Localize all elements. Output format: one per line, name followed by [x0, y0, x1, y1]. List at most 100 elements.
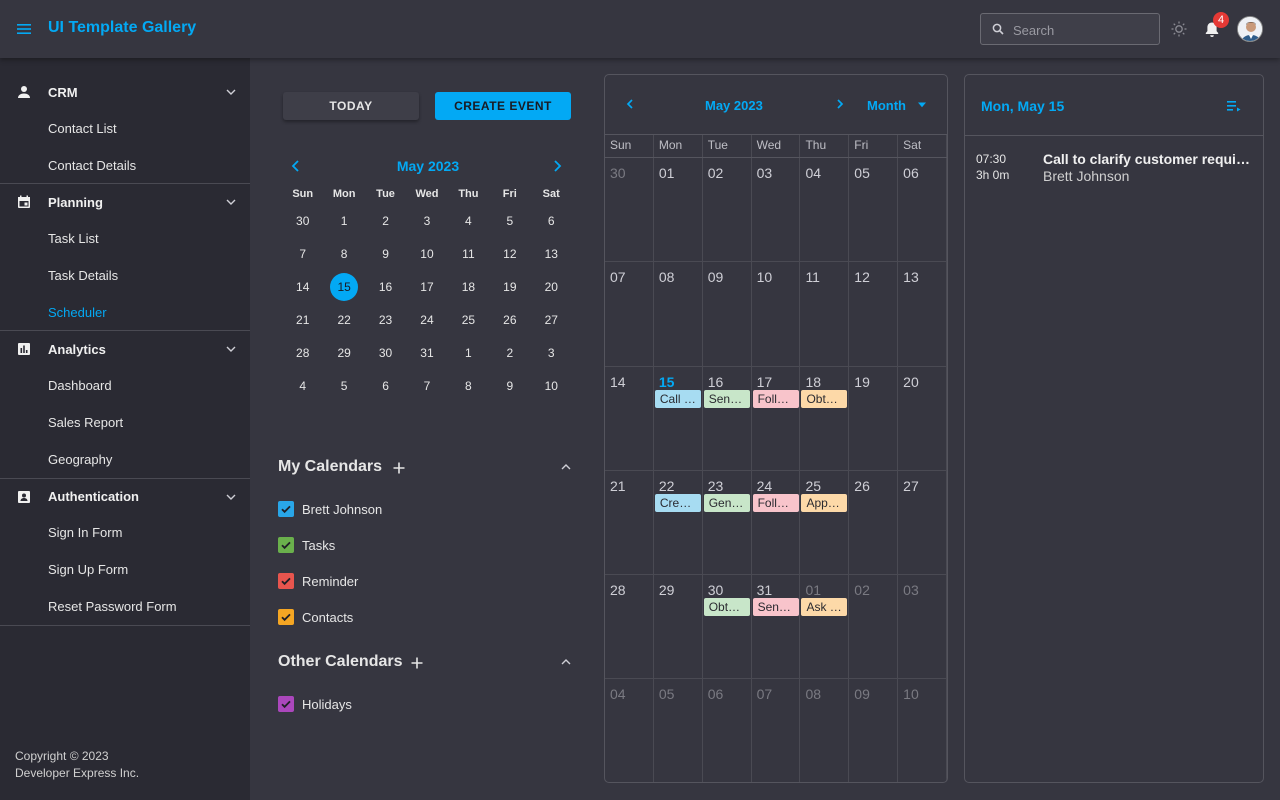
view-switcher[interactable]: Month	[867, 98, 906, 113]
checkbox-icon[interactable]	[278, 537, 294, 553]
month-view-title[interactable]: May 2023	[705, 98, 763, 113]
chevron-up-icon[interactable]	[560, 656, 572, 668]
mini-calendar-day[interactable]: 9	[489, 372, 530, 400]
search-box[interactable]	[980, 13, 1160, 45]
checkbox-icon[interactable]	[278, 501, 294, 517]
mini-calendar-day[interactable]: 6	[531, 207, 572, 235]
month-day-cell[interactable]: 24 Foll…	[752, 470, 801, 575]
month-day-cell[interactable]: 04	[800, 158, 850, 262]
month-day-cell[interactable]: 07	[605, 262, 654, 366]
mini-calendar-day[interactable]: 10	[406, 240, 447, 268]
nav-group-header-authentication[interactable]: Authentication	[0, 479, 250, 515]
month-day-cell[interactable]: 11	[800, 262, 850, 366]
mini-calendar-day[interactable]: 30	[282, 207, 323, 235]
month-day-cell[interactable]: 05	[849, 158, 899, 262]
sidebar-item-task-list[interactable]: Task List	[0, 220, 250, 257]
month-day-cell[interactable]: 30 Obt…	[703, 575, 752, 679]
mini-calendar-day[interactable]: 11	[448, 240, 489, 268]
month-day-cell[interactable]: 23 Gen…	[703, 470, 752, 575]
mini-calendar-day[interactable]: 5	[489, 207, 530, 235]
mini-calendar-day[interactable]: 30	[365, 339, 406, 367]
chevron-right-icon[interactable]	[549, 158, 565, 174]
month-day-cell[interactable]: 14	[605, 366, 654, 470]
month-day-cell[interactable]: 03	[752, 158, 801, 262]
calendar-toggle[interactable]: Tasks	[278, 536, 335, 554]
sidebar-item-dashboard[interactable]: Dashboard	[0, 367, 250, 404]
today-button[interactable]: TODAY	[283, 92, 419, 120]
month-day-cell[interactable]: 05	[654, 679, 703, 782]
mini-calendar-day[interactable]: 19	[489, 273, 530, 301]
mini-calendar-day[interactable]: 4	[282, 372, 323, 400]
mini-calendar-day[interactable]: 1	[323, 207, 364, 235]
sidebar-item-task-details[interactable]: Task Details	[0, 257, 250, 294]
mini-calendar-day[interactable]: 9	[365, 240, 406, 268]
month-day-cell[interactable]: 27	[898, 470, 947, 575]
mini-calendar-day[interactable]: 10	[531, 372, 572, 400]
month-day-cell[interactable]: 30	[605, 158, 654, 262]
month-day-cell[interactable]: 06	[703, 679, 752, 782]
month-day-cell[interactable]: 17 Foll…	[752, 366, 801, 470]
add-icon[interactable]	[410, 656, 424, 670]
month-day-cell[interactable]: 29	[654, 575, 703, 679]
calendar-toggle[interactable]: Reminder	[278, 572, 358, 590]
mini-calendar-day[interactable]: 20	[531, 273, 572, 301]
month-day-cell[interactable]: 06	[898, 158, 947, 262]
month-day-cell[interactable]: 04	[605, 679, 654, 782]
event-appointment[interactable]: Foll…	[752, 389, 799, 408]
month-day-cell[interactable]: 09	[849, 679, 899, 782]
mini-calendar-day[interactable]: 2	[489, 339, 530, 367]
mini-calendar-day[interactable]: 21	[282, 306, 323, 334]
mini-calendar-day[interactable]: 27	[531, 306, 572, 334]
mini-calendar-day[interactable]: 6	[365, 372, 406, 400]
app-title[interactable]: UI Template Gallery	[48, 19, 196, 37]
calendar-toggle[interactable]: Brett Johnson	[278, 500, 382, 518]
chevron-left-icon[interactable]	[623, 97, 637, 111]
month-day-cell[interactable]: 01	[654, 158, 703, 262]
sidebar-item-reset-password-form[interactable]: Reset Password Form	[0, 588, 250, 625]
agenda-list-icon[interactable]	[1226, 99, 1242, 113]
mini-calendar-day[interactable]: 3	[406, 207, 447, 235]
chevron-left-icon[interactable]	[288, 158, 304, 174]
checkbox-icon[interactable]	[278, 609, 294, 625]
mini-calendar-day[interactable]: 23	[365, 306, 406, 334]
create-event-button[interactable]: CREATE EVENT	[435, 92, 571, 120]
event-appointment[interactable]: Ask …	[801, 598, 848, 617]
mini-calendar-day[interactable]: 7	[282, 240, 323, 268]
mini-calendar-day[interactable]: 7	[406, 372, 447, 400]
checkbox-icon[interactable]	[278, 696, 294, 712]
month-day-cell[interactable]: 10	[752, 262, 801, 366]
chevron-up-icon[interactable]	[560, 461, 572, 473]
event-appointment[interactable]: App…	[801, 493, 848, 512]
mini-calendar-day[interactable]: 26	[489, 306, 530, 334]
month-day-cell[interactable]: 09	[703, 262, 752, 366]
month-day-cell[interactable]: 25 App…	[800, 470, 850, 575]
month-day-cell[interactable]: 12	[849, 262, 899, 366]
calendar-toggle[interactable]: Contacts	[278, 608, 353, 626]
add-icon[interactable]	[392, 461, 406, 475]
menu-icon[interactable]	[14, 19, 34, 39]
sidebar-item-contact-list[interactable]: Contact List	[0, 110, 250, 147]
month-day-cell[interactable]: 21	[605, 470, 654, 575]
mini-calendar-title[interactable]: May 2023	[378, 158, 478, 174]
mini-calendar-day[interactable]: 1	[448, 339, 489, 367]
mini-calendar-day[interactable]: 16	[365, 273, 406, 301]
mini-calendar-day[interactable]: 28	[282, 339, 323, 367]
month-day-cell[interactable]: 10	[898, 679, 947, 782]
month-day-cell[interactable]: 02	[703, 158, 752, 262]
mini-calendar-day[interactable]: 25	[448, 306, 489, 334]
month-day-cell[interactable]: 26	[849, 470, 899, 575]
mini-calendar-day[interactable]: 22	[323, 306, 364, 334]
calendar-toggle[interactable]: Holidays	[278, 695, 352, 713]
event-appointment[interactable]: Gen…	[703, 493, 750, 512]
month-day-cell[interactable]: 20	[898, 366, 947, 470]
month-day-cell[interactable]: 22 Cre…	[654, 470, 703, 575]
mini-calendar-day[interactable]: 5	[323, 372, 364, 400]
sidebar-item-sign-up-form[interactable]: Sign Up Form	[0, 551, 250, 588]
mini-calendar-day[interactable]: 15	[323, 272, 364, 301]
mini-calendar-day[interactable]: 12	[489, 240, 530, 268]
sidebar-item-contact-details[interactable]: Contact Details	[0, 147, 250, 184]
mini-calendar-day[interactable]: 31	[406, 339, 447, 367]
month-day-cell[interactable]: 08	[654, 262, 703, 366]
month-day-cell[interactable]: 15 Call …	[654, 366, 703, 470]
month-day-cell[interactable]: 08	[800, 679, 850, 782]
